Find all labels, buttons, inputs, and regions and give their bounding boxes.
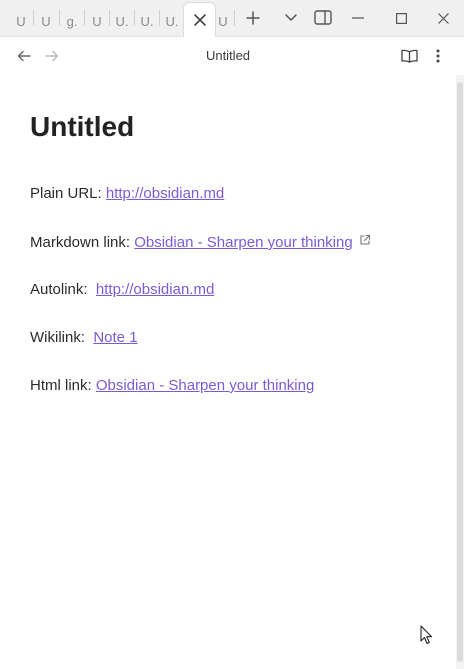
mouse-cursor-icon [420,625,434,650]
tab-8[interactable]: U [214,6,232,36]
new-tab-icon[interactable] [243,8,263,28]
tab-label: U [92,13,102,29]
tab-7[interactable]: U. [162,6,182,36]
minimize-icon[interactable] [348,8,368,28]
tab-divider [109,10,110,26]
autolink-line: Autolink: http://obsidian.md [30,281,214,298]
sidebar-toggle-icon[interactable] [312,7,334,27]
line-label: Autolink: [30,281,88,298]
line-label: Markdown link: [30,234,131,251]
tab-label: U [16,13,26,29]
tab-label: U. [165,13,179,29]
tab-divider [59,10,60,26]
markdown-link[interactable]: Obsidian - Sharpen your thinking [134,234,352,251]
tab-label: U [218,13,228,29]
external-link-icon [359,233,371,250]
chevron-down-icon[interactable] [281,8,301,28]
more-options-icon[interactable] [428,46,448,66]
view-header: Untitled [0,37,456,75]
tab-divider [33,10,34,26]
line-label: Wikilink: [30,329,85,346]
line-label: Plain URL: [30,185,102,202]
close-window-icon[interactable] [433,8,453,28]
reading-view-icon[interactable] [399,46,419,66]
tab-label: U. [140,13,154,29]
tab-divider [134,10,135,26]
scrollbar-thumb[interactable] [457,82,463,662]
tab-divider [159,10,160,26]
tab-2[interactable]: U [37,6,55,36]
tab-label: U [41,13,51,29]
tab-5[interactable]: U. [112,6,132,36]
note-title[interactable]: Untitled [30,111,450,143]
tab-4[interactable]: U [88,6,106,36]
view-title[interactable]: Untitled [0,48,456,63]
plain-url-line: Plain URL: http://obsidian.md [30,185,224,202]
html-link[interactable]: Obsidian - Sharpen your thinking [96,377,314,394]
wikilink-line: Wikilink: Note 1 [30,329,138,346]
editor-content[interactable]: Untitled Plain URL: http://obsidian.md M… [30,75,450,394]
markdown-link-line: Markdown link: Obsidian - Sharpen your t… [30,233,371,251]
line-label: Html link: [30,377,92,394]
tab-3[interactable]: g. [62,6,82,36]
close-tab-icon[interactable] [193,13,207,27]
tab-1[interactable]: U [12,6,30,36]
tab-label: g. [66,13,78,29]
maximize-icon[interactable] [391,8,411,28]
html-link-line: Html link: Obsidian - Sharpen your think… [30,377,314,394]
tab-divider [84,10,85,26]
tab-active[interactable] [183,2,216,37]
wikilink[interactable]: Note 1 [93,329,137,346]
tab-label: U. [115,13,129,29]
plain-url-link[interactable]: http://obsidian.md [106,185,224,202]
app-window: U U g. U U. U. U. U Untitled Untitled Pl… [0,0,464,669]
tab-bar: U U g. U U. U. U. U [0,0,464,37]
tab-6[interactable]: U. [137,6,157,36]
autolink[interactable]: http://obsidian.md [96,281,214,298]
tab-divider [234,10,235,26]
